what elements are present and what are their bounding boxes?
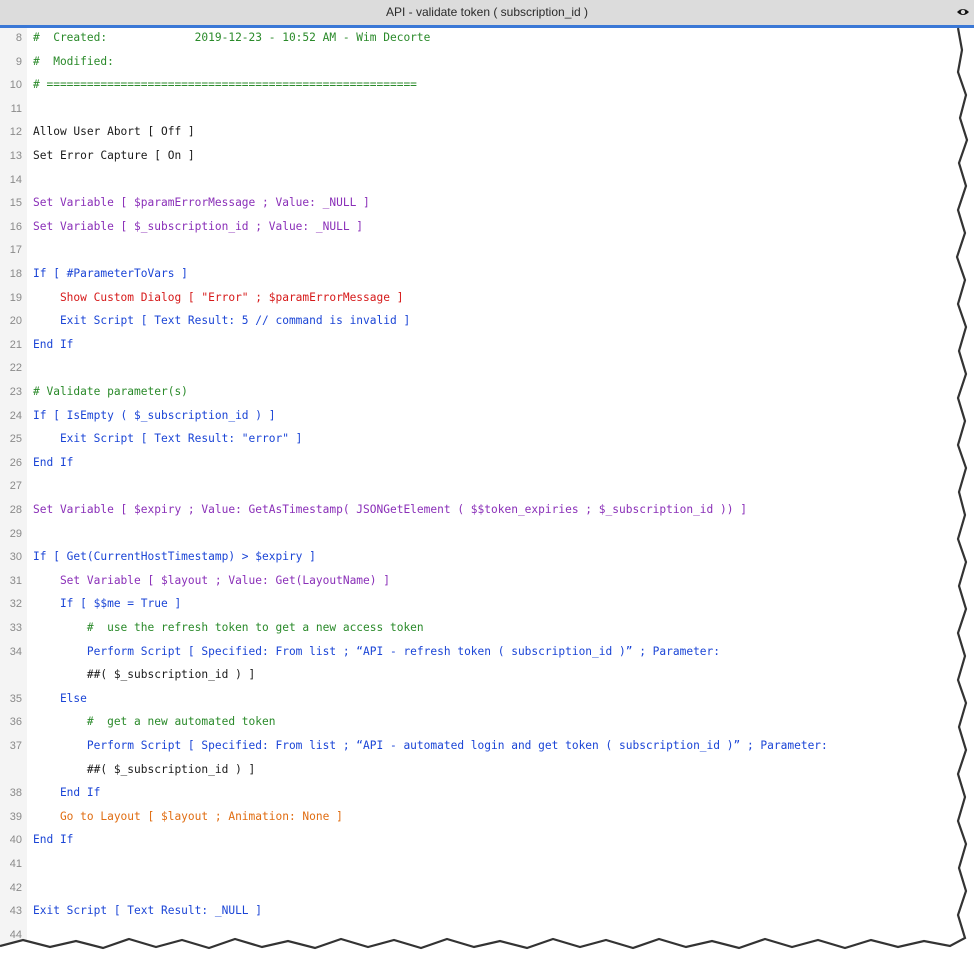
eye-icon[interactable] xyxy=(956,6,970,18)
script-editor[interactable]: 8 # Created: 2019-12-23 - 10:52 AM - Wim … xyxy=(0,28,974,974)
line-number: 21 xyxy=(9,338,22,351)
line-number: 20 xyxy=(9,315,22,328)
line-number: 39 xyxy=(9,810,22,823)
line-number: 42 xyxy=(9,881,22,894)
window-title: API - validate token ( subscription_id ) xyxy=(385,5,589,19)
script-step-text: # ======================================… xyxy=(33,78,417,92)
script-step-text: Set Variable [ $expiry ; Value: GetAsTim… xyxy=(33,503,747,516)
script-step-text: ##( $_subscription_id ) ] xyxy=(33,762,256,776)
line-number: 27 xyxy=(9,480,22,493)
line-number: 35 xyxy=(9,692,22,705)
script-step-text: Exit Script [ Text Result: _NULL ] xyxy=(33,904,263,918)
script-step-text: Exit Script [ Text Result: 5 // command … xyxy=(33,314,411,328)
line-number: 25 xyxy=(9,433,22,446)
line-number: 33 xyxy=(9,622,22,634)
script-step-text: Perform Script [ Specified: From list ; … xyxy=(33,739,828,752)
line-number: 24 xyxy=(9,409,22,422)
line-number: 12 xyxy=(9,126,22,139)
script-step-text: End If xyxy=(33,455,74,469)
script-step-text: Allow User Abort [ Off ] xyxy=(33,125,195,139)
line-number: 44 xyxy=(9,928,22,941)
script-step-text: # get a new automated token xyxy=(33,715,276,729)
script-step-text: End If xyxy=(33,786,101,800)
window-titlebar: API - validate token ( subscription_id ) xyxy=(0,0,974,26)
script-step-text: Go to Layout [ $layout ; Animation: None… xyxy=(33,809,343,823)
script-step-text: Show Custom Dialog [ "Error" ; $paramErr… xyxy=(33,290,404,304)
line-number: 37 xyxy=(9,740,22,752)
script-step-text: Else xyxy=(33,691,87,705)
line-number: 32 xyxy=(9,598,22,611)
script-step-text: If [ Get(CurrentHostTimestamp) > $expiry… xyxy=(33,550,316,564)
script-step-text: If [ $$me = True ] xyxy=(33,597,182,611)
script-step-text: # Created: 2019-12-23 - 10:52 AM - Wim D… xyxy=(33,31,431,44)
line-number: 9 xyxy=(15,55,22,68)
line-number: 34 xyxy=(9,645,22,658)
script-step-text: Set Variable [ $paramErrorMessage ; Valu… xyxy=(33,196,370,210)
script-step-text: Set Variable [ $_subscription_id ; Value… xyxy=(33,219,364,233)
line-number: 18 xyxy=(9,268,22,280)
script-step-text: # Validate parameter(s) xyxy=(33,385,188,398)
line-number: 11 xyxy=(10,102,22,115)
line-number: 14 xyxy=(9,173,22,186)
line-number: 30 xyxy=(9,551,22,564)
script-step-text: # Modified: xyxy=(33,54,114,68)
script-step-text: End If xyxy=(33,337,74,351)
script-step-text: Exit Script [ Text Result: "error" ] xyxy=(33,432,303,446)
line-number: 10 xyxy=(9,79,22,92)
line-number: 22 xyxy=(9,362,22,375)
line-number: 26 xyxy=(9,456,22,469)
line-number: 40 xyxy=(9,834,22,847)
script-step-text: Perform Script [ Specified: From list ; … xyxy=(33,644,721,658)
line-number: 23 xyxy=(9,386,22,398)
line-number: 19 xyxy=(9,291,22,304)
script-step-text: # use the refresh token to get a new acc… xyxy=(33,621,424,634)
line-number: 31 xyxy=(9,574,22,587)
line-number: 28 xyxy=(9,504,22,516)
line-number: 36 xyxy=(9,716,22,729)
line-number: 17 xyxy=(9,244,22,257)
line-number: 29 xyxy=(9,527,22,540)
line-number: 38 xyxy=(9,787,22,800)
line-number: 43 xyxy=(9,905,22,918)
script-step-text: End If xyxy=(33,833,74,847)
line-number: 41 xyxy=(9,858,22,870)
script-step-text: Set Error Capture [ On ] xyxy=(33,149,195,162)
script-step-text: ##( $_subscription_id ) ] xyxy=(33,668,256,682)
script-step-text: Set Variable [ $layout ; Value: Get(Layo… xyxy=(33,573,390,587)
line-number: 13 xyxy=(9,150,22,162)
line-number: 16 xyxy=(9,220,22,233)
script-step-text: If [ IsEmpty ( $_subscription_id ) ] xyxy=(33,408,276,422)
line-number: 15 xyxy=(9,197,22,210)
script-step-text: If [ #ParameterToVars ] xyxy=(33,267,188,280)
line-number: 8 xyxy=(15,32,22,44)
